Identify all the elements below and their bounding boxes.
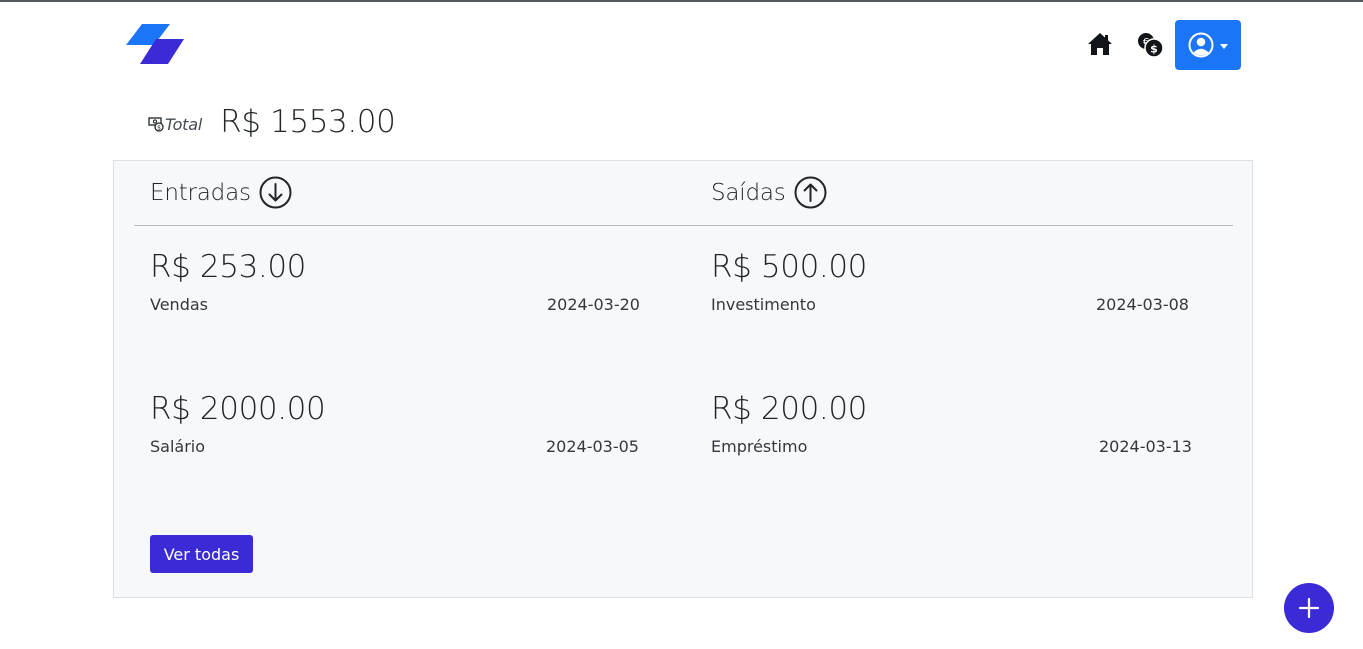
user-menu-button[interactable] [1175,20,1241,70]
entry-amount: R$ 2000.00 [150,391,326,427]
coins-icon: € $ [1138,33,1164,58]
total-value: R$ 1553.00 [220,104,396,140]
plus-icon [1298,597,1320,619]
add-transaction-button[interactable] [1284,583,1334,633]
saida-item[interactable]: R$ 500.00 Investimento 2024-03-08 [711,249,1201,319]
entry-date: 2024-03-13 [1099,437,1192,456]
total-summary: $ Total R$ 1553.00 [148,98,396,140]
entry-date: 2024-03-08 [1096,295,1189,314]
divider [134,225,1233,226]
entry-category: Investimento [711,295,816,314]
arrow-up-circle-icon [794,176,827,209]
view-all-button[interactable]: Ver todas [150,535,253,573]
arrow-down-circle-icon [259,176,292,209]
entry-category: Salário [150,437,206,456]
entradas-header: Entradas [150,176,292,209]
saidas-header: Saídas [711,176,827,209]
logo-icon [126,24,184,64]
chevron-down-icon [1220,43,1228,49]
entry-date: 2024-03-05 [546,437,639,456]
entry-category: Vendas [150,295,208,314]
home-button[interactable] [1087,32,1113,56]
entradas-title: Entradas [150,179,251,206]
entry-category: Empréstimo [711,437,808,456]
app-logo[interactable] [126,24,186,66]
entrada-item[interactable]: R$ 2000.00 Salário 2024-03-05 [150,391,640,461]
entry-amount: R$ 200.00 [711,391,867,427]
transactions-card: Entradas Saídas R$ 253.00 Vendas 2024-03… [113,160,1253,598]
top-border [0,0,1363,2]
finances-button[interactable]: € $ [1136,31,1164,58]
total-label: Total [165,115,203,134]
entry-date: 2024-03-20 [547,295,640,314]
cash-coin-icon: $ [148,117,164,132]
svg-text:$: $ [157,124,161,131]
saida-item[interactable]: R$ 200.00 Empréstimo 2024-03-13 [711,391,1201,461]
entrada-item[interactable]: R$ 253.00 Vendas 2024-03-20 [150,249,640,319]
entry-amount: R$ 253.00 [150,249,306,285]
entry-amount: R$ 500.00 [711,249,867,285]
svg-text:$: $ [1150,43,1158,56]
house-icon [1088,33,1112,55]
saidas-title: Saídas [711,179,786,206]
person-circle-icon [1188,32,1214,58]
